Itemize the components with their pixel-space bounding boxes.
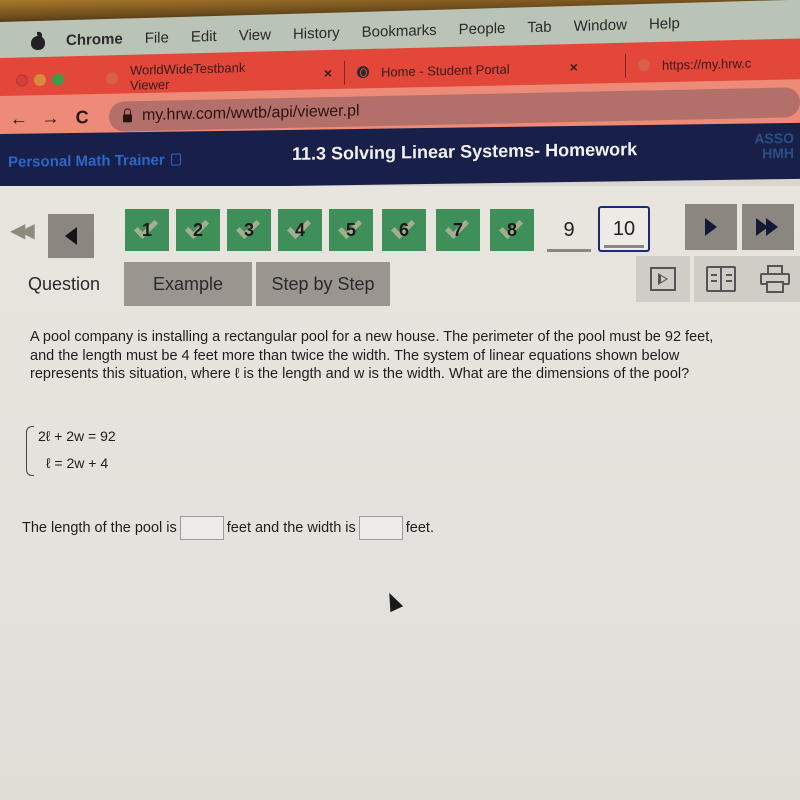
question-number: 8 (506, 219, 517, 240)
question-text: A pool company is installing a rectangul… (30, 329, 714, 382)
tab-example[interactable]: Example (124, 262, 252, 306)
answer-middle: feet and the width is (226, 520, 356, 536)
question-button-4[interactable]: 4 (278, 209, 322, 251)
question-number: 5 (345, 219, 356, 240)
equation-system: 2ℓ + 2w = 92 ℓ = 2w + 4 (26, 424, 206, 480)
menu-window[interactable]: Window (574, 16, 627, 34)
equation-1: 2ℓ + 2w = 92 (38, 428, 116, 444)
close-tab-icon[interactable]: × (324, 65, 332, 81)
help-tabs: Question Example Step by Step (0, 256, 800, 312)
window-controls (16, 73, 64, 87)
last-question-button[interactable] (742, 204, 794, 250)
main-content: ◀◀ 1 2 3 4 5 6 7 8 9 10 Question Example… (0, 186, 800, 800)
menu-bookmarks[interactable]: Bookmarks (362, 21, 437, 40)
hmh-logo: ASSO HMH (754, 130, 794, 162)
question-number: 6 (398, 219, 409, 240)
logo-line-2: HMH (762, 144, 794, 162)
equation-2: ℓ = 2w + 4 (46, 455, 109, 471)
video-icon (650, 267, 676, 291)
menu-edit[interactable]: Edit (191, 27, 217, 45)
print-icon (760, 265, 790, 293)
question-button-8[interactable]: 8 (490, 209, 534, 251)
question-button-3[interactable]: 3 (227, 209, 271, 251)
minimize-window-button[interactable] (34, 73, 46, 87)
video-button[interactable] (636, 256, 690, 302)
site-icon (106, 72, 118, 85)
reload-button[interactable]: C (69, 107, 95, 129)
answer-prefix: The length of the pool is (22, 520, 177, 536)
first-question-button[interactable]: ◀◀ (10, 218, 36, 242)
prev-icon (65, 227, 77, 245)
ebook-button[interactable] (694, 256, 748, 302)
brand-link[interactable]: Personal Math Trainer (8, 151, 181, 170)
url-text: my.hrw.com/wwtb/api/viewer.pl (141, 102, 360, 125)
next-icon (705, 218, 717, 236)
last-icon (766, 218, 778, 236)
apple-icon[interactable] (30, 32, 46, 50)
brace (26, 426, 34, 476)
tab-title: WorldWideTestbank Viewer (129, 60, 246, 93)
tab-step-by-step[interactable]: Step by Step (256, 262, 390, 306)
question-number: 10 (612, 217, 636, 240)
tab-title: Home - Student Portal (381, 61, 510, 80)
tab-question[interactable]: Question (14, 262, 114, 306)
app-header: Personal Math Trainer 11.3 Solving Linea… (0, 122, 800, 190)
menu-help[interactable]: Help (649, 15, 680, 33)
menu-view[interactable]: View (239, 26, 271, 44)
brand-label: Personal Math Trainer (8, 151, 165, 171)
external-link-icon (170, 153, 181, 166)
question-button-1[interactable]: 1 (125, 209, 169, 251)
assignment-title: 11.3 Solving Linear Systems- Homework (292, 139, 638, 164)
question-number: 7 (452, 219, 463, 240)
close-tab-icon[interactable]: × (570, 59, 578, 75)
menu-people[interactable]: People (459, 19, 506, 37)
question-number: 1 (141, 219, 152, 240)
forward-button[interactable]: → (38, 107, 64, 129)
tab-title: https://my.hrw.c (662, 55, 752, 73)
print-button[interactable] (748, 256, 800, 302)
question-button-7[interactable]: 7 (436, 209, 480, 251)
length-input[interactable] (179, 516, 224, 540)
question-number: 3 (243, 219, 254, 240)
previous-question-button[interactable] (48, 214, 94, 258)
menu-chrome[interactable]: Chrome (66, 30, 123, 49)
answer-sentence: The length of the pool is feet and the w… (22, 516, 434, 540)
question-navigator: ◀◀ 1 2 3 4 5 6 7 8 9 10 (0, 204, 800, 258)
question-button-5[interactable]: 5 (329, 209, 373, 251)
question-button-9[interactable]: 9 (547, 212, 591, 252)
answer-suffix: feet. (405, 520, 434, 536)
question-number: 4 (294, 219, 305, 240)
maximize-window-button[interactable] (52, 73, 64, 86)
back-button[interactable]: ← (6, 108, 32, 130)
lock-icon (122, 114, 132, 123)
width-input[interactable] (358, 516, 403, 540)
close-window-button[interactable] (16, 74, 28, 87)
globe-icon (357, 65, 369, 79)
question-button-10-current[interactable]: 10 (598, 206, 650, 252)
question-number: 2 (192, 219, 203, 240)
menu-history[interactable]: History (293, 24, 340, 42)
question-button-6[interactable]: 6 (382, 209, 426, 251)
menu-file[interactable]: File (145, 29, 169, 47)
book-icon (706, 266, 736, 292)
question-number: 9 (563, 219, 575, 241)
question-button-2[interactable]: 2 (176, 209, 220, 251)
next-question-button[interactable] (685, 204, 737, 250)
site-icon (638, 59, 650, 72)
menu-tab[interactable]: Tab (527, 18, 551, 36)
